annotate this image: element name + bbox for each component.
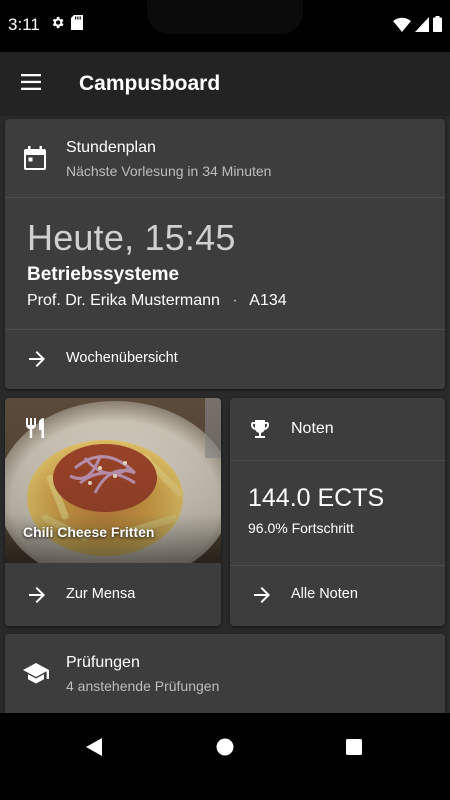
back-triangle-icon <box>86 737 102 761</box>
fork-knife-icon <box>23 416 47 445</box>
dashboard-content: Stundenplan Nächste Vorlesung in 34 Minu… <box>0 116 450 713</box>
week-overview-label: Wochenübersicht <box>66 350 178 366</box>
app-title: Campusboard <box>79 72 221 95</box>
back-button[interactable] <box>72 727 116 771</box>
battery-icon <box>433 16 442 37</box>
ects-total: 144.0 ECTS <box>248 484 385 512</box>
mensa-action-label: Zur Mensa <box>66 586 136 602</box>
timetable-card[interactable]: Stundenplan Nächste Vorlesung in 34 Minu… <box>5 119 445 389</box>
arrow-right-icon <box>25 583 49 607</box>
divider <box>230 460 445 461</box>
exams-card[interactable]: Prüfungen 4 anstehende Prüfungen <box>5 634 445 713</box>
system-navigation-bar <box>0 713 450 800</box>
status-time: 3:11 <box>8 15 40 34</box>
mensa-card[interactable]: Chili Cheese Fritten Zur Mensa <box>5 398 221 626</box>
arrow-right-icon <box>25 347 49 371</box>
divider <box>5 197 445 198</box>
wifi-icon <box>393 17 411 37</box>
lecture-name: Betriebssysteme <box>27 264 180 285</box>
mensa-action[interactable]: Zur Mensa <box>5 565 221 625</box>
lecturer-name: Prof. Dr. Erika Mustermann <box>27 292 220 309</box>
separator-dot: · <box>232 292 238 309</box>
lecture-details: Prof. Dr. Erika Mustermann · A134 <box>27 292 287 310</box>
trophy-icon <box>248 417 272 441</box>
dish-name: Chili Cheese Fritten <box>23 524 155 540</box>
home-button[interactable] <box>203 727 247 771</box>
timetable-title: Stundenplan <box>66 139 156 156</box>
calendar-icon <box>23 146 47 170</box>
room-number: A134 <box>249 292 287 309</box>
week-overview-action[interactable]: Wochenübersicht <box>5 329 445 389</box>
camera-notch <box>147 0 303 34</box>
all-grades-action[interactable]: Alle Noten <box>230 565 445 625</box>
next-lecture-time: Heute, 15:45 <box>27 217 236 258</box>
hamburger-menu-icon <box>21 73 41 95</box>
exams-subtitle: 4 anstehende Prüfungen <box>66 678 220 694</box>
status-right-icons <box>393 16 442 37</box>
menu-button[interactable] <box>12 65 50 103</box>
grades-title: Noten <box>291 420 334 437</box>
study-progress: 96.0% Fortschritt <box>248 520 354 536</box>
arrow-right-icon <box>250 583 274 607</box>
recents-square-icon <box>346 738 362 760</box>
app-bar: Campusboard <box>0 52 450 116</box>
all-grades-label: Alle Noten <box>291 586 358 602</box>
timetable-subtitle: Nächste Vorlesung in 34 Minuten <box>66 163 272 179</box>
exams-title: Prüfungen <box>66 654 140 671</box>
grades-card[interactable]: Noten 144.0 ECTS 96.0% Fortschritt Alle … <box>230 398 445 626</box>
status-bar: 3:11 <box>0 0 450 52</box>
recents-button[interactable] <box>332 727 376 771</box>
home-circle-icon <box>216 738 234 761</box>
status-left-icons <box>50 15 83 35</box>
settings-gear-icon <box>50 15 65 35</box>
graduation-cap-icon <box>23 662 49 686</box>
cellular-signal-icon <box>415 16 429 37</box>
sd-card-icon <box>71 15 83 35</box>
dish-image: Chili Cheese Fritten <box>5 398 221 563</box>
